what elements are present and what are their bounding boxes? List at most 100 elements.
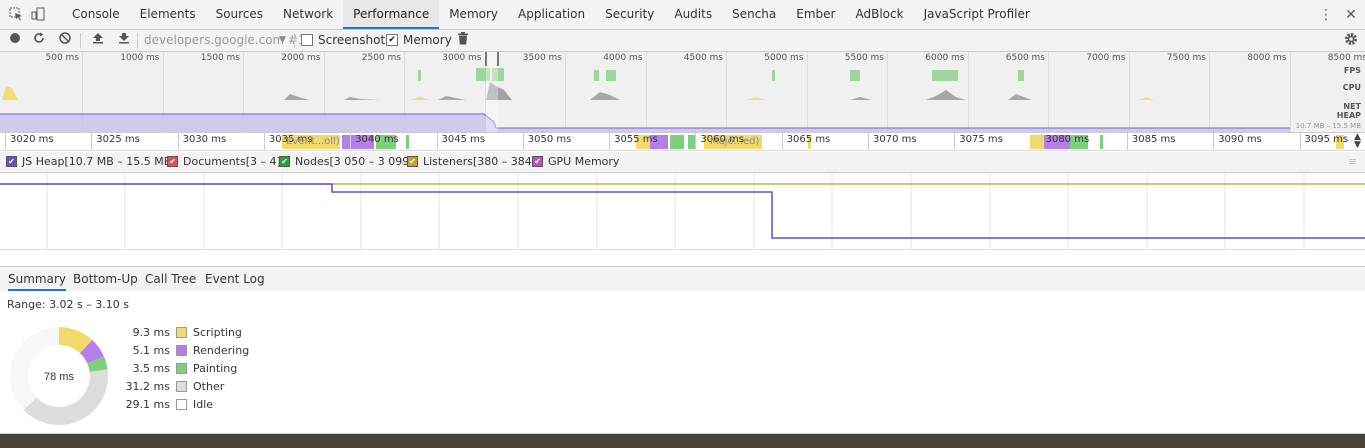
tab-ember[interactable]: Ember [786,0,845,29]
chevron-down-icon[interactable]: ▼ [279,33,286,48]
inspect-icon[interactable] [8,7,24,23]
ruler-tick-label: 3040 ms [355,134,399,145]
summary-value: 29.1 ms [125,397,170,411]
ruler-tick-label: 3020 ms [10,134,54,145]
drag-handle-icon[interactable]: ≡ [1348,155,1357,168]
settings-icon[interactable] [1343,32,1359,48]
cpu-label: CPU [1342,83,1361,92]
donut-total: 78 ms [44,371,74,383]
scroll-arrows-icon[interactable]: ▲ ▼ [1354,133,1361,150]
ruler-tick-label: 3095 ms [1304,134,1349,145]
js-heap-label: JS Heap[10.7 MB – 15.5 MB] [22,155,176,168]
ruler-gridline [522,133,524,150]
clear-icon[interactable] [57,32,73,48]
nodes-toggle[interactable]: ✔ Nodes[3 050 – 3 099] [279,155,414,168]
toolbar-divider [137,33,138,48]
memory-counters-legend: ✔ JS Heap[10.7 MB – 15.5 MB] ✔ Documents[3… [0,152,1365,173]
ruler-gridline [436,133,438,150]
timeline-ruler[interactable]: 3020 ms 3025 ms 3030 ms 3035 ms 3040 ms 3045 … [0,133,1365,151]
upload-icon[interactable] [90,32,106,48]
tab-performance[interactable]: Performance [343,0,440,29]
documents-label: Documents[3 – 4] [183,155,281,168]
memory-checkbox[interactable]: ✔ [386,34,398,46]
tab-console[interactable]: Console [62,0,130,29]
net-label: NET [1343,102,1361,111]
tab-network[interactable]: Network [273,0,343,29]
donut-slice-rendering [79,340,104,364]
screenshots-label: Screenshots [318,33,392,47]
ruler-gridline [1126,133,1128,150]
ruler-gridline [263,133,265,150]
ruler-gridline [350,133,352,150]
tab-sencha[interactable]: Sencha [722,0,786,29]
summary-label: Scripting [193,325,242,339]
summary-swatch [176,398,187,410]
more-icon[interactable]: ⋮ [1318,7,1334,23]
ruler-tick-label: 3085 ms [1131,134,1176,145]
tab-memory[interactable]: Memory [439,0,508,29]
ruler-tick-label: 3070 ms [873,134,917,145]
summary-panel: Range: 3.02 s – 3.10 s 78 ms 9.3 ms Scrip… [0,291,1365,433]
summary-label: Painting [193,361,238,375]
device-icon[interactable] [30,7,46,23]
toolbar-divider [294,33,295,48]
tab-call-tree[interactable]: Call Tree [145,267,196,291]
ruler-gridline [1040,133,1042,150]
ruler-gridline [609,133,611,150]
gpu-memory-toggle[interactable]: ✔ GPU Memory [532,155,619,168]
tab-elements[interactable]: Elements [130,0,206,29]
summary-swatch [176,380,187,392]
range-label: Range: 3.02 s – 3.10 s [7,298,129,311]
timeline-overview[interactable]: 500 ms 1000 ms 1500 ms 2000 ms 2500 ms 3000 m… [0,52,1365,133]
overview-graphs [0,52,1290,132]
memory-label: Memory [403,33,452,47]
donut-slice-idle [10,327,60,411]
tab-security[interactable]: Security [595,0,664,29]
summary-row-scripting: 9.3 ms Scripting [120,324,242,340]
summary-donut-chart: 78 ms [10,327,108,425]
reload-icon[interactable] [31,32,47,48]
tab-audits[interactable]: Audits [664,0,722,29]
close-icon[interactable]: ✕ [1343,7,1359,23]
listeners-toggle[interactable]: ✔ Listeners[380 – 384] [407,155,536,168]
ruler-gridline [1299,133,1301,150]
ruler-gridline [695,133,697,150]
heap-label: HEAP [1336,111,1361,120]
summary-value: 5.1 ms [132,343,170,357]
summary-label: Idle [193,397,214,411]
gpu-memory-label: GPU Memory [548,155,620,168]
record-icon[interactable] [7,32,23,48]
summary-row-other: 31.2 ms Other [120,378,225,394]
documents-toggle[interactable]: ✔ Documents[3 – 4] [167,155,281,168]
tab-javascript-profiler[interactable]: JavaScript Profiler [914,0,1040,29]
event-label[interactable]: Majo...ed) [710,136,759,147]
summary-swatch [176,344,187,356]
summary-row-painting: 3.5 ms Painting [120,360,238,376]
download-icon[interactable] [116,32,132,48]
trash-icon[interactable] [455,32,471,48]
event-label[interactable]: Event...oll) [286,136,340,147]
ruler-tick-label: 3090 ms [1218,134,1262,145]
details-tabs: Summary Bottom-Up Call Tree Event Log [0,266,1365,292]
tab-bottom-up[interactable]: Bottom-Up [73,267,138,291]
memory-counter-graph[interactable] [0,173,1365,250]
fps-label: FPS [1343,66,1361,75]
ruler-gridline [868,133,869,150]
tab-application[interactable]: Application [508,0,595,29]
tab-sources[interactable]: Sources [206,0,273,29]
ruler-gridline [177,133,179,150]
screenshots-checkbox[interactable] [301,34,313,46]
summary-swatch [176,362,187,374]
panel-tabs: Console Elements Sources Network Performance… [62,0,1040,29]
ruler-tick-label: 3045 ms [441,134,486,145]
tab-summary[interactable]: Summary [8,267,66,291]
counter-lines [0,173,1365,249]
ruler-tick-label: 3050 ms [527,134,572,145]
tab-adblock[interactable]: AdBlock [845,0,913,29]
ruler-gridline [954,133,956,150]
ruler-tick-label: 3055 ms [614,134,658,145]
donut-slice-scripting [58,327,93,354]
tab-event-log[interactable]: Event Log [205,267,265,291]
summary-label: Rendering [193,343,250,357]
js-heap-toggle[interactable]: ✔ JS Heap[10.7 MB – 15.5 MB] [6,155,176,168]
